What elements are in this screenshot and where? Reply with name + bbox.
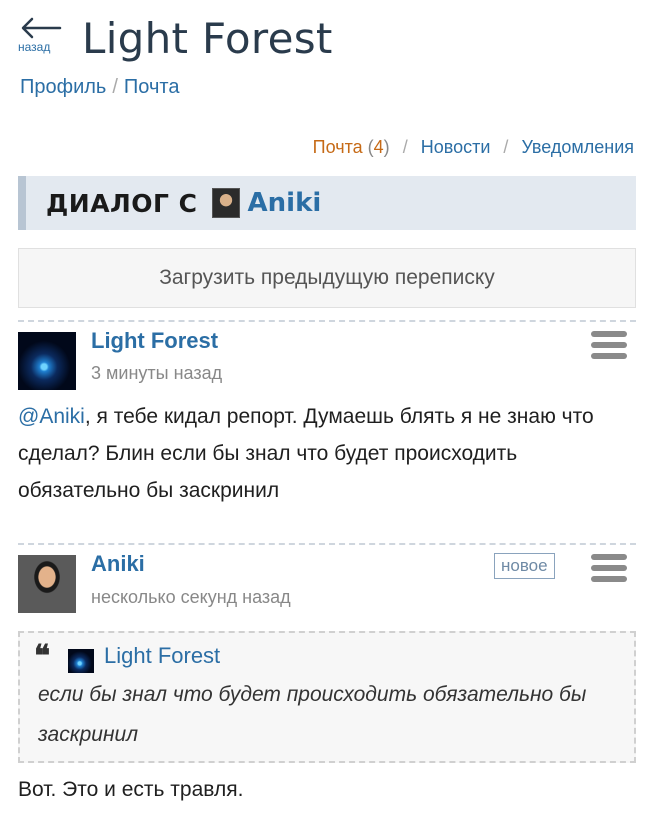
- nav-separator: /: [503, 137, 509, 157]
- message-author[interactable]: Light Forest: [91, 328, 218, 354]
- sub-navigation: Почта (4) / Новости / Уведомления: [313, 137, 634, 158]
- mail-count-close: ): [383, 137, 390, 157]
- message-menu-icon[interactable]: [591, 554, 627, 584]
- partner-avatar[interactable]: [211, 188, 240, 218]
- quote-block: ❝ Light Forest если бы знал что будет пр…: [18, 631, 636, 763]
- message-text: Вот. Это и есть травля.: [18, 778, 244, 801]
- quote-avatar[interactable]: [68, 649, 94, 673]
- page-header: назад Light Forest: [18, 14, 332, 63]
- message-menu-icon[interactable]: [591, 331, 627, 361]
- nav-news[interactable]: Новости: [421, 137, 491, 157]
- dialog-header: ДИАЛОГ С Aniki: [18, 176, 636, 230]
- back-button[interactable]: назад: [18, 14, 62, 58]
- message-text: , я тебе кидал репорт. Думаешь блять я н…: [18, 405, 594, 502]
- mention-link[interactable]: @Aniki: [18, 405, 85, 428]
- arrow-left-icon: [21, 17, 62, 39]
- message-time: 3 минуты назад: [91, 363, 223, 383]
- message-body: @Aniki, я тебе кидал репорт. Думаешь бля…: [18, 398, 638, 509]
- message-author[interactable]: Aniki: [91, 551, 145, 577]
- quote-icon: ❝: [34, 639, 51, 674]
- new-badge: новое: [494, 553, 555, 579]
- breadcrumb-profile[interactable]: Профиль: [20, 76, 106, 98]
- breadcrumb-separator: /: [112, 76, 118, 98]
- nav-separator: /: [402, 137, 408, 157]
- partner-name[interactable]: Aniki: [248, 188, 322, 218]
- breadcrumb: Профиль / Почта: [20, 76, 179, 99]
- back-label: назад: [18, 40, 51, 54]
- quote-text: если бы знал что будет происходить обяза…: [38, 683, 587, 746]
- dialog-heading: ДИАЛОГ С: [46, 188, 198, 218]
- nav-notifications[interactable]: Уведомления: [521, 137, 634, 157]
- page-title: Light Forest: [82, 14, 333, 63]
- nav-mail[interactable]: Почта: [313, 137, 363, 157]
- avatar[interactable]: [18, 555, 76, 613]
- message-divider: [18, 543, 636, 545]
- avatar[interactable]: [18, 332, 76, 390]
- message-divider: [18, 320, 636, 322]
- mail-count: 4: [373, 137, 384, 157]
- load-previous-button[interactable]: Загрузить предыдущую переписку: [18, 248, 636, 308]
- message-time: несколько секунд назад: [91, 587, 291, 607]
- quote-author[interactable]: Light Forest: [104, 643, 220, 669]
- breadcrumb-mail[interactable]: Почта: [124, 76, 180, 98]
